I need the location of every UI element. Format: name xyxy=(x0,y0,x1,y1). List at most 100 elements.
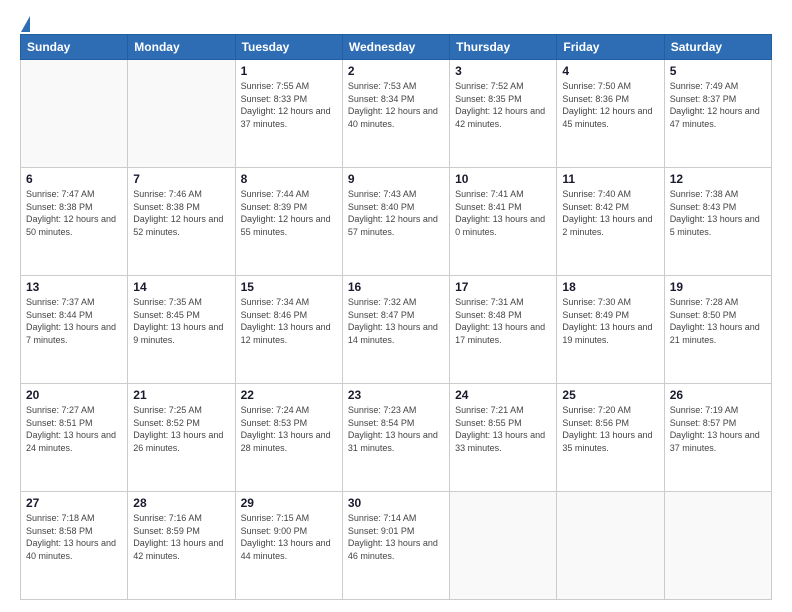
day-info: Sunrise: 7:44 AM Sunset: 8:39 PM Dayligh… xyxy=(241,188,337,238)
day-info: Sunrise: 7:46 AM Sunset: 8:38 PM Dayligh… xyxy=(133,188,229,238)
day-info: Sunrise: 7:32 AM Sunset: 8:47 PM Dayligh… xyxy=(348,296,444,346)
calendar-week-row: 13 Sunrise: 7:37 AM Sunset: 8:44 PM Dayli… xyxy=(21,276,772,384)
weekday-header-sunday: Sunday xyxy=(21,35,128,60)
calendar-cell xyxy=(128,60,235,168)
day-number: 1 xyxy=(241,64,337,78)
weekday-header-tuesday: Tuesday xyxy=(235,35,342,60)
calendar-cell: 27 Sunrise: 7:18 AM Sunset: 8:58 PM Dayli… xyxy=(21,492,128,600)
calendar-cell: 14 Sunrise: 7:35 AM Sunset: 8:45 PM Dayli… xyxy=(128,276,235,384)
calendar-cell: 25 Sunrise: 7:20 AM Sunset: 8:56 PM Dayli… xyxy=(557,384,664,492)
calendar-cell: 18 Sunrise: 7:30 AM Sunset: 8:49 PM Dayli… xyxy=(557,276,664,384)
day-number: 27 xyxy=(26,496,122,510)
day-number: 30 xyxy=(348,496,444,510)
calendar-cell: 20 Sunrise: 7:27 AM Sunset: 8:51 PM Dayli… xyxy=(21,384,128,492)
weekday-header-wednesday: Wednesday xyxy=(342,35,449,60)
day-number: 19 xyxy=(670,280,766,294)
day-info: Sunrise: 7:20 AM Sunset: 8:56 PM Dayligh… xyxy=(562,404,658,454)
day-number: 14 xyxy=(133,280,229,294)
day-number: 13 xyxy=(26,280,122,294)
day-info: Sunrise: 7:47 AM Sunset: 8:38 PM Dayligh… xyxy=(26,188,122,238)
day-info: Sunrise: 7:19 AM Sunset: 8:57 PM Dayligh… xyxy=(670,404,766,454)
day-number: 11 xyxy=(562,172,658,186)
calendar-cell xyxy=(557,492,664,600)
calendar-cell: 11 Sunrise: 7:40 AM Sunset: 8:42 PM Dayli… xyxy=(557,168,664,276)
calendar-cell: 5 Sunrise: 7:49 AM Sunset: 8:37 PM Daylig… xyxy=(664,60,771,168)
day-number: 8 xyxy=(241,172,337,186)
weekday-header-monday: Monday xyxy=(128,35,235,60)
day-number: 5 xyxy=(670,64,766,78)
day-number: 9 xyxy=(348,172,444,186)
calendar-cell xyxy=(664,492,771,600)
day-info: Sunrise: 7:55 AM Sunset: 8:33 PM Dayligh… xyxy=(241,80,337,130)
day-info: Sunrise: 7:28 AM Sunset: 8:50 PM Dayligh… xyxy=(670,296,766,346)
calendar-week-row: 1 Sunrise: 7:55 AM Sunset: 8:33 PM Daylig… xyxy=(21,60,772,168)
day-info: Sunrise: 7:37 AM Sunset: 8:44 PM Dayligh… xyxy=(26,296,122,346)
calendar-cell xyxy=(450,492,557,600)
day-info: Sunrise: 7:40 AM Sunset: 8:42 PM Dayligh… xyxy=(562,188,658,238)
calendar-cell: 24 Sunrise: 7:21 AM Sunset: 8:55 PM Dayli… xyxy=(450,384,557,492)
calendar-cell: 6 Sunrise: 7:47 AM Sunset: 8:38 PM Daylig… xyxy=(21,168,128,276)
calendar-cell: 13 Sunrise: 7:37 AM Sunset: 8:44 PM Dayli… xyxy=(21,276,128,384)
day-number: 28 xyxy=(133,496,229,510)
day-number: 24 xyxy=(455,388,551,402)
day-number: 4 xyxy=(562,64,658,78)
day-number: 12 xyxy=(670,172,766,186)
day-info: Sunrise: 7:50 AM Sunset: 8:36 PM Dayligh… xyxy=(562,80,658,130)
day-info: Sunrise: 7:35 AM Sunset: 8:45 PM Dayligh… xyxy=(133,296,229,346)
calendar-cell: 17Sunrise: 7:31 AM Sunset: 8:48 PM Dayli… xyxy=(450,276,557,384)
logo-triangle-icon xyxy=(21,16,30,32)
day-number: 16 xyxy=(348,280,444,294)
day-number: 20 xyxy=(26,388,122,402)
day-number: 3 xyxy=(455,64,551,78)
calendar-cell: 9 Sunrise: 7:43 AM Sunset: 8:40 PM Daylig… xyxy=(342,168,449,276)
day-info: Sunrise: 7:30 AM Sunset: 8:49 PM Dayligh… xyxy=(562,296,658,346)
weekday-header-thursday: Thursday xyxy=(450,35,557,60)
day-number: 26 xyxy=(670,388,766,402)
day-number: 29 xyxy=(241,496,337,510)
day-info: Sunrise: 7:43 AM Sunset: 8:40 PM Dayligh… xyxy=(348,188,444,238)
day-number: 23 xyxy=(348,388,444,402)
calendar-cell: 23 Sunrise: 7:23 AM Sunset: 8:54 PM Dayli… xyxy=(342,384,449,492)
day-info: Sunrise: 7:23 AM Sunset: 8:54 PM Dayligh… xyxy=(348,404,444,454)
day-number: 7 xyxy=(133,172,229,186)
calendar-cell: 1 Sunrise: 7:55 AM Sunset: 8:33 PM Daylig… xyxy=(235,60,342,168)
logo xyxy=(20,16,32,26)
calendar-week-row: 20 Sunrise: 7:27 AM Sunset: 8:51 PM Dayli… xyxy=(21,384,772,492)
page: SundayMondayTuesdayWednesdayThursdayFrid… xyxy=(0,0,792,612)
calendar-cell: 29Sunrise: 7:15 AM Sunset: 9:00 PM Dayli… xyxy=(235,492,342,600)
day-info: Sunrise: 7:24 AM Sunset: 8:53 PM Dayligh… xyxy=(241,404,337,454)
day-info: Sunrise: 7:16 AM Sunset: 8:59 PM Dayligh… xyxy=(133,512,229,562)
calendar-cell: 8 Sunrise: 7:44 AM Sunset: 8:39 PM Daylig… xyxy=(235,168,342,276)
calendar-cell: 16 Sunrise: 7:32 AM Sunset: 8:47 PM Dayli… xyxy=(342,276,449,384)
day-info: Sunrise: 7:31 AM Sunset: 8:48 PM Dayligh… xyxy=(455,296,551,346)
day-number: 6 xyxy=(26,172,122,186)
day-info: Sunrise: 7:25 AM Sunset: 8:52 PM Dayligh… xyxy=(133,404,229,454)
calendar-cell: 21 Sunrise: 7:25 AM Sunset: 8:52 PM Dayli… xyxy=(128,384,235,492)
day-info: Sunrise: 7:38 AM Sunset: 8:43 PM Dayligh… xyxy=(670,188,766,238)
calendar-cell: 7 Sunrise: 7:46 AM Sunset: 8:38 PM Daylig… xyxy=(128,168,235,276)
calendar-cell: 10 Sunrise: 7:41 AM Sunset: 8:41 PM Dayli… xyxy=(450,168,557,276)
day-info: Sunrise: 7:21 AM Sunset: 8:55 PM Dayligh… xyxy=(455,404,551,454)
calendar-cell: 19 Sunrise: 7:28 AM Sunset: 8:50 PM Dayli… xyxy=(664,276,771,384)
day-info: Sunrise: 7:41 AM Sunset: 8:41 PM Dayligh… xyxy=(455,188,551,238)
calendar-cell: 12 Sunrise: 7:38 AM Sunset: 8:43 PM Dayli… xyxy=(664,168,771,276)
day-info: Sunrise: 7:49 AM Sunset: 8:37 PM Dayligh… xyxy=(670,80,766,130)
calendar-cell: 2Sunrise: 7:53 AM Sunset: 8:34 PM Daylig… xyxy=(342,60,449,168)
calendar-cell: 26 Sunrise: 7:19 AM Sunset: 8:57 PM Dayli… xyxy=(664,384,771,492)
calendar-week-row: 27 Sunrise: 7:18 AM Sunset: 8:58 PM Dayli… xyxy=(21,492,772,600)
weekday-header-row: SundayMondayTuesdayWednesdayThursdayFrid… xyxy=(21,35,772,60)
day-number: 10 xyxy=(455,172,551,186)
calendar-cell: 30Sunrise: 7:14 AM Sunset: 9:01 PM Dayli… xyxy=(342,492,449,600)
header xyxy=(20,16,772,26)
weekday-header-friday: Friday xyxy=(557,35,664,60)
calendar-cell: 28 Sunrise: 7:16 AM Sunset: 8:59 PM Dayli… xyxy=(128,492,235,600)
day-info: Sunrise: 7:27 AM Sunset: 8:51 PM Dayligh… xyxy=(26,404,122,454)
calendar-cell: 22Sunrise: 7:24 AM Sunset: 8:53 PM Dayli… xyxy=(235,384,342,492)
day-info: Sunrise: 7:34 AM Sunset: 8:46 PM Dayligh… xyxy=(241,296,337,346)
calendar-table: SundayMondayTuesdayWednesdayThursdayFrid… xyxy=(20,34,772,600)
day-info: Sunrise: 7:18 AM Sunset: 8:58 PM Dayligh… xyxy=(26,512,122,562)
day-number: 25 xyxy=(562,388,658,402)
day-number: 18 xyxy=(562,280,658,294)
day-number: 21 xyxy=(133,388,229,402)
calendar-week-row: 6 Sunrise: 7:47 AM Sunset: 8:38 PM Daylig… xyxy=(21,168,772,276)
